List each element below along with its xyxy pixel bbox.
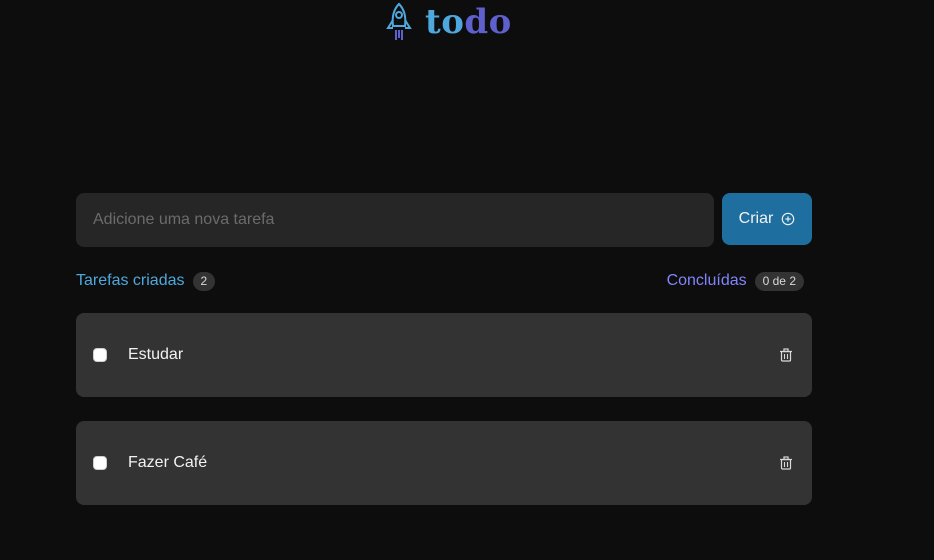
create-button-label: Criar	[738, 210, 774, 227]
done-label: Concluídas	[666, 272, 747, 289]
logo-text-do: do	[464, 2, 512, 42]
done-count-badge: 0 de 2	[754, 271, 804, 291]
plus-circle-icon	[782, 212, 795, 226]
task-stats: Tarefas criadas 2 Concluídas 0 de 2	[76, 270, 804, 292]
task-checkbox[interactable]	[93, 348, 107, 362]
create-button[interactable]: Criar	[722, 193, 812, 245]
delete-task-button[interactable]	[778, 347, 794, 363]
trash-icon	[780, 456, 792, 470]
delete-task-button[interactable]	[778, 455, 794, 471]
created-count-badge: 2	[192, 271, 216, 291]
created-label: Tarefas criadas	[76, 272, 185, 289]
task-title: Fazer Café	[128, 454, 208, 471]
task-item: Fazer Café	[76, 421, 812, 505]
new-task-form: Criar	[76, 193, 812, 247]
rocket-icon	[386, 2, 412, 40]
logo: todo	[385, 2, 512, 42]
logo-text-to: to	[425, 2, 465, 42]
task-checkbox[interactable]	[93, 456, 107, 470]
trash-icon	[780, 348, 792, 362]
task-title: Estudar	[128, 346, 184, 363]
logo-text: todo	[425, 5, 512, 39]
new-task-input[interactable]	[76, 193, 714, 247]
task-item: Estudar	[76, 313, 812, 397]
app-header: todo	[0, 0, 934, 44]
created-stat: Tarefas criadas 2	[76, 271, 216, 291]
done-stat: Concluídas 0 de 2	[666, 271, 804, 291]
